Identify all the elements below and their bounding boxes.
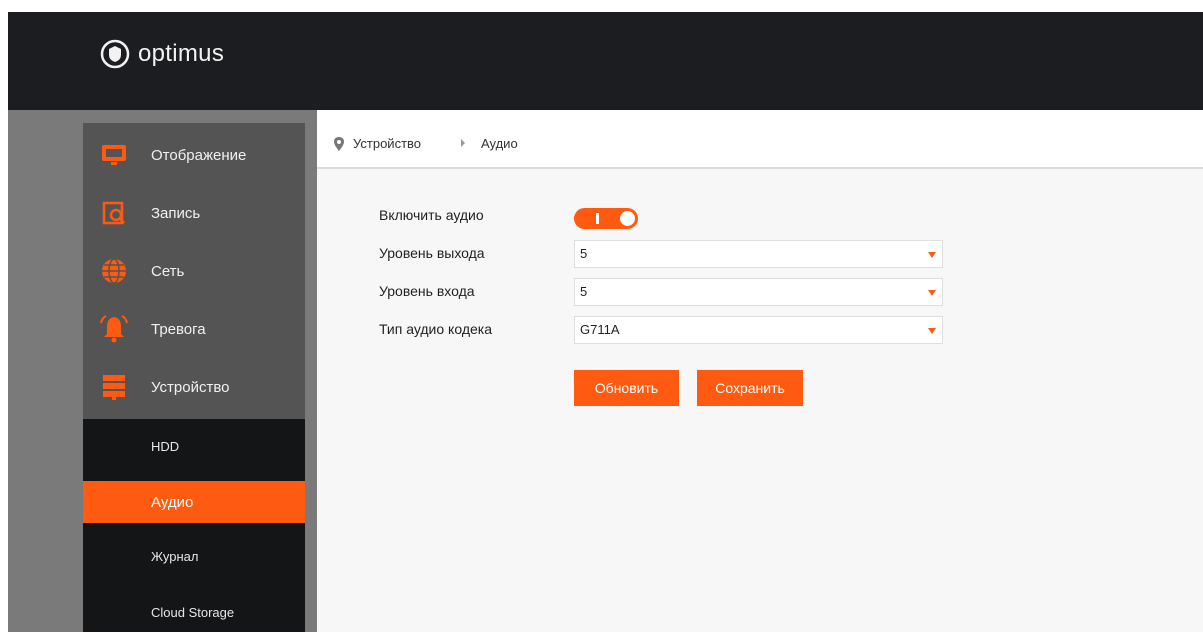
sidebar-item-label: Запись [151, 204, 201, 222]
sidebar-item-display[interactable]: Отображение [83, 126, 305, 184]
codec-type-select[interactable]: G711A [574, 316, 943, 344]
caret-down-icon [928, 252, 936, 258]
location-pin-icon [334, 137, 344, 151]
sidebar-item-alarm[interactable]: Тревога [83, 300, 305, 358]
enable-audio-label: Включить аудио [379, 207, 484, 223]
sidebar-item-label: Тревога [151, 320, 206, 338]
submenu-item-cloud-storage[interactable]: Cloud Storage [83, 591, 305, 633]
caret-down-icon [928, 328, 936, 334]
left-gutter [8, 110, 83, 632]
breadcrumb: Устройство Аудио [317, 123, 1203, 169]
sidebar-item-device[interactable]: Устройство [83, 358, 305, 416]
output-level-value: 5 [580, 246, 588, 261]
enable-audio-toggle[interactable] [574, 208, 638, 229]
brand-name: optimus [138, 40, 225, 67]
chevron-right-icon [461, 139, 465, 147]
output-level-select[interactable]: 5 [574, 240, 943, 268]
main-content: Устройство Аудио Включить аудио Уровень … [317, 123, 1203, 632]
input-level-select[interactable]: 5 [574, 278, 943, 306]
sidebar-item-recording[interactable]: Запись [83, 184, 305, 242]
toggle-on-mark [596, 213, 599, 224]
submenu-item-log[interactable]: Журнал [83, 535, 305, 577]
toggle-knob [620, 211, 635, 226]
sidebar-top-gap [83, 110, 305, 123]
codec-type-value: G711A [580, 322, 620, 337]
breadcrumb-parent[interactable]: Устройство [353, 136, 421, 151]
optimus-logo-icon [100, 39, 130, 69]
submenu-item-audio[interactable]: Аудио [83, 481, 305, 523]
sidebar-item-network[interactable]: Сеть [83, 242, 305, 300]
device-stack-icon [103, 375, 125, 400]
output-level-label: Уровень выхода [379, 245, 485, 261]
submenu-item-label: Аудио [151, 493, 194, 511]
brand-logo[interactable]: optimus [100, 36, 224, 72]
monitor-icon [102, 145, 126, 165]
refresh-button[interactable]: Обновить [574, 370, 679, 406]
sidebar-divider [305, 110, 317, 632]
alarm-bell-icon [100, 315, 128, 343]
sidebar-item-label: Отображение [151, 146, 247, 164]
submenu-item-label: Cloud Storage [151, 604, 235, 620]
sidebar-item-label: Устройство [151, 378, 230, 396]
caret-down-icon [928, 290, 936, 296]
record-search-icon [102, 201, 125, 225]
input-level-value: 5 [580, 284, 588, 299]
globe-icon [102, 258, 126, 284]
codec-type-label: Тип аудио кодека [379, 321, 492, 337]
input-level-label: Уровень входа [379, 283, 475, 299]
breadcrumb-current: Аудио [481, 136, 518, 151]
top-header: optimus [8, 12, 1203, 110]
submenu-item-hdd[interactable]: HDD [83, 425, 305, 467]
submenu-item-label: Журнал [151, 548, 199, 564]
submenu-item-label: HDD [151, 438, 180, 454]
device-submenu: HDD Аудио Журнал Cloud Storage [83, 419, 305, 632]
save-button[interactable]: Сохранить [697, 370, 803, 406]
sidebar-item-label: Сеть [151, 262, 185, 280]
